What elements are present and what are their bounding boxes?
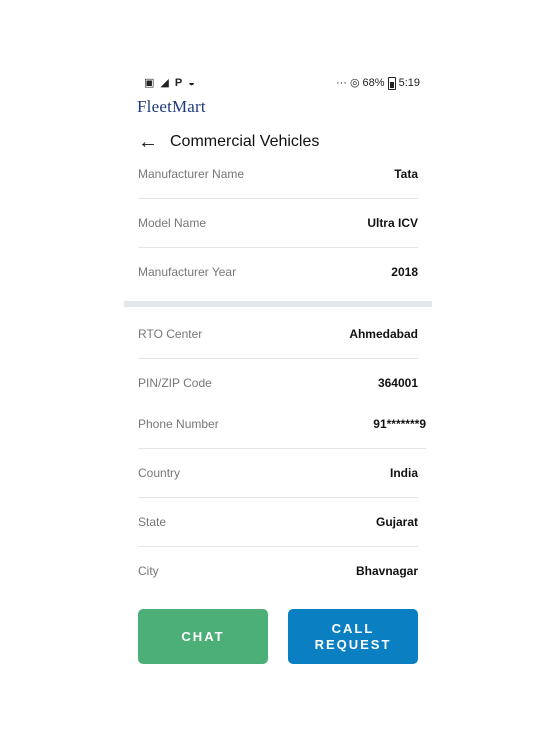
chat-app-icon: ◒ xyxy=(188,77,195,89)
detail-row-state: State Gujarat xyxy=(138,497,418,547)
detail-row-city: City Bhavnagar xyxy=(138,546,418,595)
call-request-line2: REQUEST xyxy=(314,636,392,652)
detail-row-model-name: Model Name Ultra ICV xyxy=(138,198,418,248)
detail-value: Bhavnagar xyxy=(355,563,418,578)
detail-value: Tata xyxy=(394,166,418,181)
call-request-button[interactable]: CALL REQUEST xyxy=(288,609,418,664)
battery-percent: 68% xyxy=(362,77,385,89)
detail-label: RTO Center xyxy=(138,326,203,341)
detail-value: Ahmedabad xyxy=(349,326,418,341)
chat-button[interactable]: CHAT xyxy=(138,609,268,664)
signal-4g-icon: ◢ xyxy=(160,77,169,89)
detail-value: 2018 xyxy=(391,264,418,279)
call-request-line1: CALL xyxy=(331,620,375,636)
detail-row-rto-center: RTO Center Ahmedabad xyxy=(138,309,418,359)
fleetmart-logo: FleetMart xyxy=(137,97,206,116)
detail-row-phone-number: Phone Number 91*******9 xyxy=(138,399,426,449)
detail-row-manufacturer-year: Manufacturer Year 2018 xyxy=(138,247,418,296)
detail-value: 364001 xyxy=(377,375,418,390)
detail-label: Manufacturer Year xyxy=(138,264,237,279)
phone-screen: ▣ ◢ P ◒ ··· ◎ 68% 5:19 FleetMart ← Comme… xyxy=(124,70,432,680)
status-time: 5:19 xyxy=(398,77,420,89)
status-right: ··· ◎ 68% 5:19 xyxy=(336,76,420,90)
detail-row-manufacturer-name: Manufacturer Name Tata xyxy=(138,149,418,199)
detail-label: Country xyxy=(138,465,181,480)
wifi-icon: ◎ xyxy=(349,77,360,89)
sim-icon: ▣ xyxy=(144,77,155,89)
status-bar: ▣ ◢ P ◒ ··· ◎ 68% 5:19 xyxy=(144,76,420,92)
detail-label: City xyxy=(138,563,159,578)
overflow-dots-icon: ··· xyxy=(335,77,347,89)
detail-label: State xyxy=(138,514,167,529)
detail-label: Model Name xyxy=(138,215,207,230)
status-left-icons: ▣ ◢ P ◒ xyxy=(144,76,195,90)
parking-app-icon: P xyxy=(174,77,183,89)
detail-label: PIN/ZIP Code xyxy=(138,375,212,390)
detail-label: Phone Number xyxy=(138,416,219,431)
detail-value: 91*******9 xyxy=(373,416,426,431)
detail-row-country: Country India xyxy=(138,448,418,498)
detail-label: Manufacturer Name xyxy=(138,166,245,181)
detail-value: Ultra ICV xyxy=(367,215,418,230)
battery-icon xyxy=(387,76,396,90)
section-divider xyxy=(124,301,432,307)
detail-value: India xyxy=(389,465,418,480)
detail-value: Gujarat xyxy=(375,514,418,529)
